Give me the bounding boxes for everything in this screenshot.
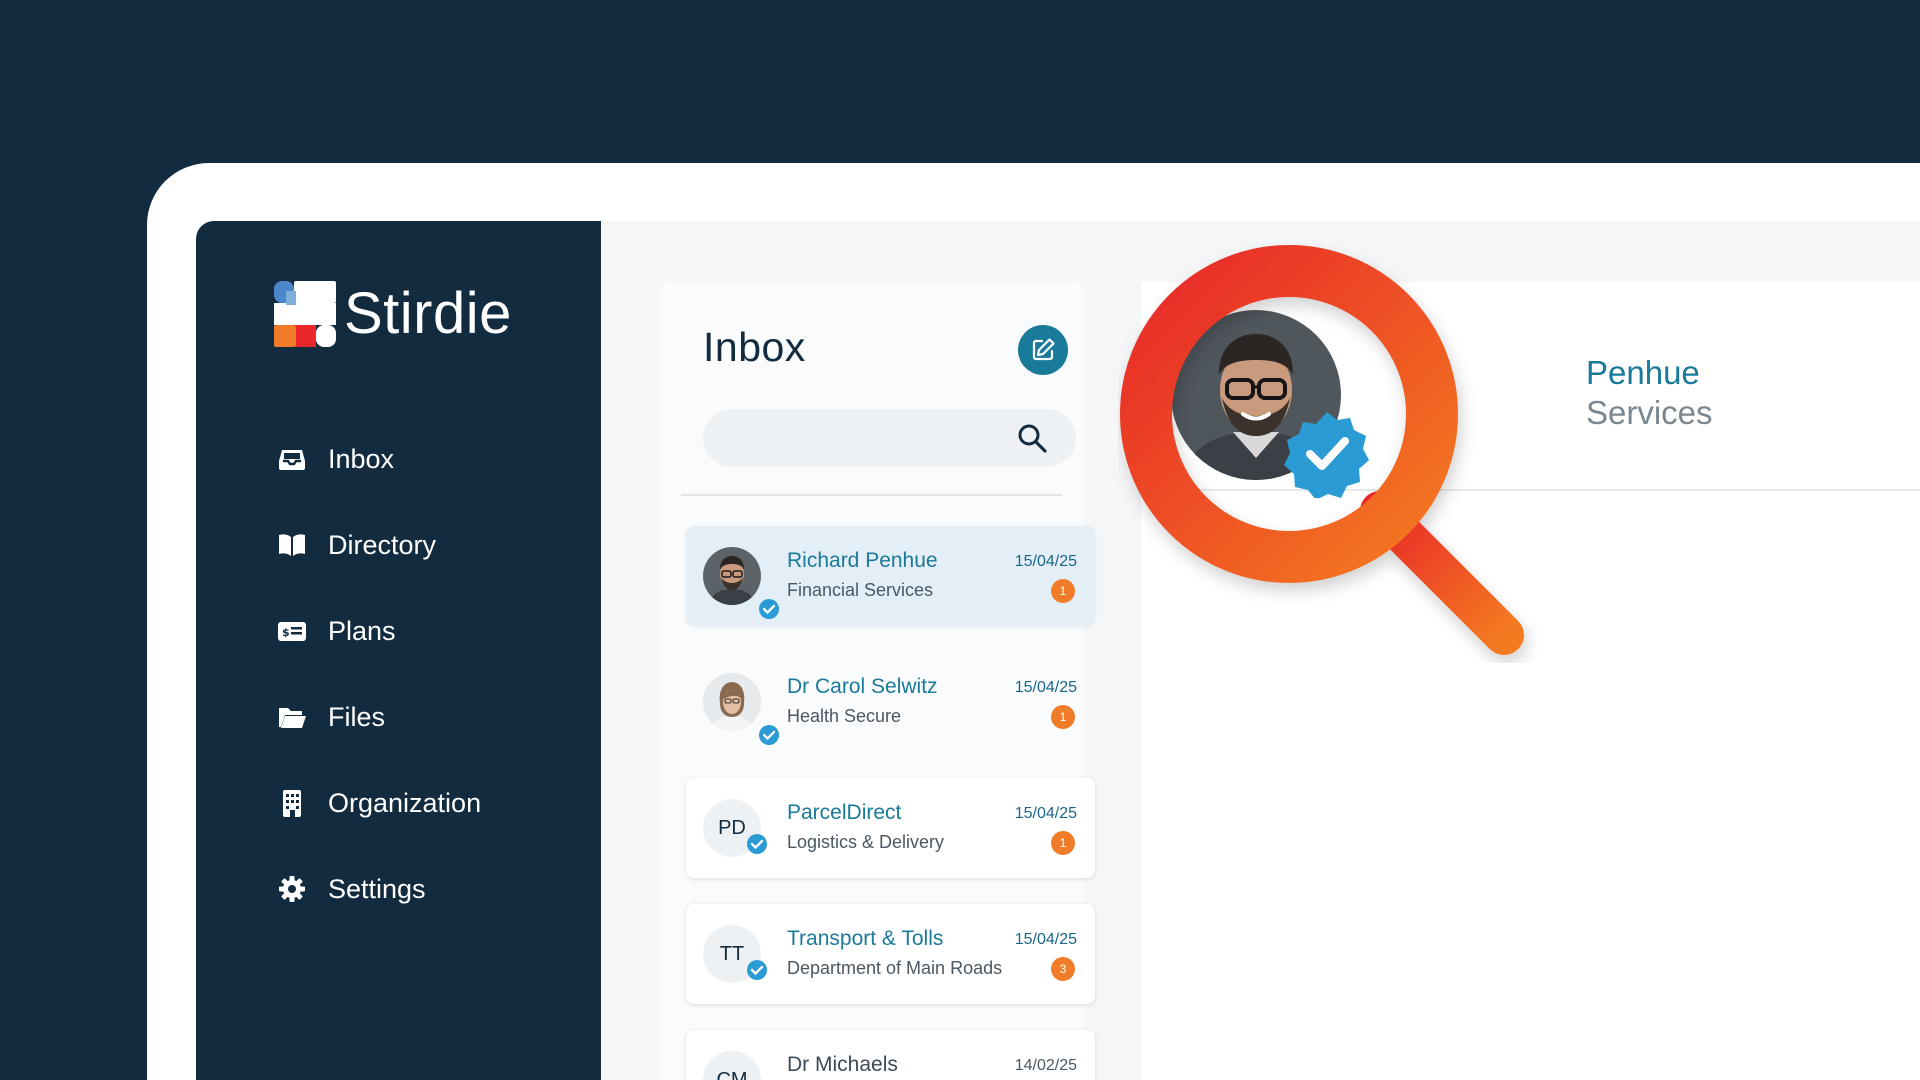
plan-card-icon: $ [276,615,308,647]
edit-icon [1032,338,1055,361]
conversation-subtitle: Logistics & Delivery [787,832,945,852]
app-name: Stirdie [344,281,512,346]
avatar-initials: CM [703,1051,761,1080]
divider [681,494,1062,496]
conversation-date: 15/04/25 [1014,931,1077,948]
unread-count-badge: 1 [1051,705,1075,729]
conversation-date: 14/02/25 [1014,1057,1077,1074]
stirdie-logo-icon [274,280,336,347]
inbox-panel: Inbox Richard Penhue Financial Services … [661,282,1095,1080]
book-icon [276,529,308,561]
contact-subtitle: Services [1586,394,1713,431]
search-icon[interactable] [1016,422,1048,454]
conversation-name: Transport & Tolls [787,927,944,950]
conversation-item[interactable]: CM Dr Michaels 14/02/25 [686,1030,1095,1080]
conversation-name: ParcelDirect [787,801,902,824]
sidebar-item-settings[interactable]: Settings [276,846,481,932]
contact-name: Penhue [1586,354,1700,391]
conversation-item[interactable]: TT Transport & Tolls Department of Main … [686,904,1095,1004]
sidebar-item-directory[interactable]: Directory [276,502,481,588]
conversation-date: 15/04/25 [1014,553,1077,570]
sidebar-item-files[interactable]: Files [276,674,481,760]
verified-badge-icon [759,599,779,619]
folder-icon [276,701,308,733]
conversation-date: 15/04/25 [1014,805,1077,822]
unread-count-badge: 3 [1051,957,1075,981]
sidebar-item-label: Organization [328,787,482,818]
sidebar-item-inbox[interactable]: Inbox [276,416,481,502]
svg-text:$: $ [282,626,290,639]
conversation-subtitle: Department of Main Roads [787,958,1003,978]
verified-badge-icon [759,725,779,745]
app-logo[interactable]: Stirdie [272,280,512,347]
verified-badge-icon [747,960,767,980]
sidebar-item-label: Files [328,701,386,732]
conversation-subtitle: Financial Services [787,580,934,600]
avatar [703,547,761,605]
conversation-item[interactable]: Dr Carol Selwitz Health Secure 15/04/25 … [686,652,1095,752]
conversation-subtitle: Health Secure [787,706,902,726]
unread-count-badge: 1 [1051,831,1075,855]
conversation-item[interactable]: PD ParcelDirect Logistics & Delivery 15/… [686,778,1095,878]
conversation-date: 15/04/25 [1014,679,1077,696]
sidebar-item-label: Settings [328,873,426,904]
verified-badge-icon [747,834,767,854]
gear-icon [276,873,308,905]
sidebar-item-organization[interactable]: Organization [276,760,481,846]
building-icon [276,787,308,819]
sidebar: Stirdie Inbox Directory $ Plans Files Or… [196,221,601,1080]
conversation-item[interactable]: Richard Penhue Financial Services 15/04/… [686,526,1095,626]
avatar [703,673,761,731]
conversation-name: Richard Penhue [787,549,938,572]
page-title: Inbox [703,324,806,370]
sidebar-nav: Inbox Directory $ Plans Files Organizati… [276,416,481,932]
sidebar-item-label: Plans [328,615,396,646]
conversation-name: Dr Michaels [787,1053,898,1076]
sidebar-item-plans[interactable]: $ Plans [276,588,481,674]
inbox-icon [276,443,308,475]
unread-count-badge: 1 [1051,579,1075,603]
sidebar-item-label: Directory [328,529,437,560]
conversation-name: Dr Carol Selwitz [787,675,938,698]
magnifier-icon [1120,245,1524,655]
compose-button[interactable] [1018,325,1068,375]
app-window: Stirdie Inbox Directory $ Plans Files Or… [196,221,1920,1080]
sidebar-item-label: Inbox [328,443,395,474]
